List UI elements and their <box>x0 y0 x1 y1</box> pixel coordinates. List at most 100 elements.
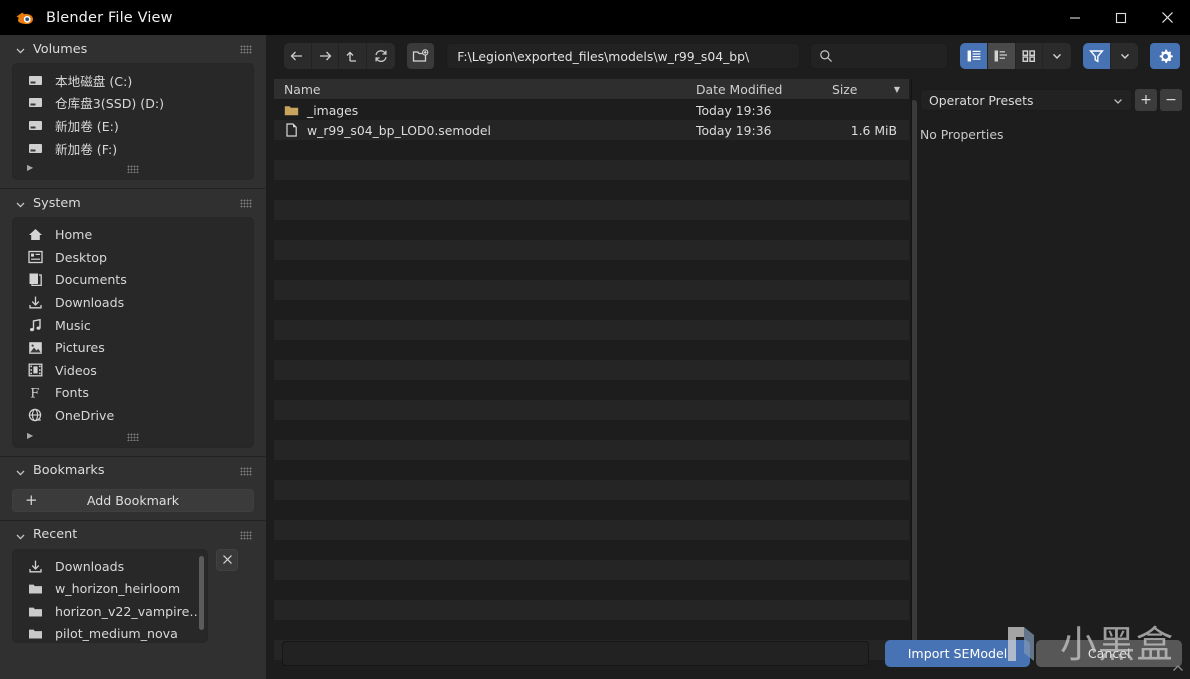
panel-header-recent[interactable]: Recent <box>0 521 266 549</box>
table-row-empty <box>274 360 909 380</box>
thumbnail-grid-view-icon[interactable] <box>1016 43 1044 69</box>
path-value: F:\Legion\exported_files\models\w_r99_s0… <box>457 48 750 64</box>
cancel-button[interactable]: Cancel <box>1036 639 1183 667</box>
recent-item[interactable]: w_horizon_heirloom <box>13 577 207 600</box>
volume-label: 新加卷 (E:) <box>55 118 119 134</box>
sidebar-panel-bookmarks: Bookmarks + Add Bookmark <box>0 456 266 521</box>
table-row[interactable]: _images Today 19:36 <box>274 100 909 120</box>
new-folder-button[interactable] <box>406 43 435 69</box>
recent-item[interactable]: pilot_medium_nova <box>13 623 207 642</box>
table-row-empty <box>274 160 909 180</box>
grip-dots-icon[interactable] <box>127 165 139 174</box>
volume-item[interactable]: 新加卷 (E:) <box>13 114 253 137</box>
grip-dots-icon[interactable] <box>240 466 252 476</box>
recent-item[interactable]: horizon_v22_vampire… <box>13 600 207 623</box>
panel-header-volumes[interactable]: Volumes <box>0 35 266 63</box>
volume-item[interactable]: 本地磁盘 (C:) <box>13 69 253 92</box>
sidebar-item-label: Pictures <box>55 340 105 356</box>
volumes-more-row[interactable]: ▶ <box>13 159 253 177</box>
sidebar-item-documents[interactable]: Documents <box>13 269 253 292</box>
column-header-name[interactable]: Name <box>274 79 686 99</box>
sidebar-item-label: Documents <box>55 272 127 288</box>
drive-icon <box>27 94 44 111</box>
panel-title-recent: Recent <box>33 527 78 543</box>
plus-icon: + <box>25 490 38 509</box>
search-input[interactable] <box>810 43 949 69</box>
operator-presets-dropdown[interactable]: Operator Presets <box>920 89 1132 111</box>
table-row-empty <box>274 560 909 580</box>
import-button-label: Import SEModel <box>907 645 1008 661</box>
column-header-size[interactable]: Size ▼ <box>822 79 909 99</box>
back-button[interactable] <box>284 43 312 69</box>
path-input[interactable]: F:\Legion\exported_files\models\w_r99_s0… <box>446 43 801 69</box>
remove-preset-button[interactable]: − <box>1160 89 1182 111</box>
resize-grip-icon[interactable] <box>1172 664 1184 675</box>
music-note-icon <box>27 317 44 334</box>
volume-item[interactable]: 新加卷 (F:) <box>13 137 253 160</box>
operator-presets-value: Operator Presets <box>929 92 1034 108</box>
funnel-filter-icon[interactable] <box>1083 43 1111 69</box>
font-f-icon: F <box>27 384 44 401</box>
sidebar-panel-volumes: Volumes 本地磁盘 (C:) 仓库盘3(SSD) (D:) 新加卷 (E:… <box>0 35 266 190</box>
filename-input[interactable] <box>282 640 869 666</box>
table-row[interactable]: w_r99_s04_bp_LOD0.semodel Today 19:36 1.… <box>274 120 909 140</box>
clear-recent-button[interactable] <box>216 548 238 571</box>
sidebar-item-pictures[interactable]: Pictures <box>13 336 253 359</box>
table-row-empty <box>274 280 909 300</box>
sidebar-item-fonts[interactable]: F Fonts <box>13 382 253 405</box>
view-mode-group <box>960 43 1072 69</box>
gear-icon[interactable] <box>1150 43 1180 69</box>
table-row-empty <box>274 220 909 240</box>
sidebar-item-home[interactable]: Home <box>13 223 253 246</box>
close-button[interactable] <box>1144 0 1190 35</box>
grip-dots-icon[interactable] <box>240 530 252 540</box>
sidebar-item-desktop[interactable]: Desktop <box>13 246 253 269</box>
import-semodel-button[interactable]: Import SEModel <box>884 639 1031 667</box>
forward-button[interactable] <box>312 43 340 69</box>
picture-icon <box>27 339 44 356</box>
operator-properties-panel: Operator Presets + − No Properties <box>920 79 1182 662</box>
sidebar-item-label: Desktop <box>55 249 107 265</box>
system-more-row[interactable]: ▶ <box>13 427 253 445</box>
parent-directory-button[interactable] <box>339 43 367 69</box>
remove-preset-label: − <box>1165 92 1177 108</box>
horizontal-list-view-icon[interactable] <box>988 43 1016 69</box>
view-mode-dropdown-chevron-down-icon[interactable] <box>1043 43 1071 69</box>
sidebar-item-music[interactable]: Music <box>13 314 253 337</box>
panel-divider[interactable] <box>911 79 912 662</box>
drive-icon <box>27 117 44 134</box>
film-icon <box>27 362 44 379</box>
volume-label: 新加卷 (F:) <box>55 141 118 157</box>
table-row-empty <box>274 420 909 440</box>
minimize-button[interactable] <box>1052 0 1098 35</box>
maximize-button[interactable] <box>1098 0 1144 35</box>
vertical-list-view-icon[interactable] <box>960 43 989 69</box>
sidebar-item-onedrive[interactable]: OneDrive <box>13 404 253 427</box>
grip-dots-icon[interactable] <box>240 199 252 209</box>
table-row-empty <box>274 520 909 540</box>
recent-scrollbar[interactable] <box>199 555 204 630</box>
refresh-button[interactable] <box>367 43 395 69</box>
table-row-empty <box>274 320 909 340</box>
add-bookmark-button[interactable]: + Add Bookmark <box>12 488 254 512</box>
file-name-label: w_r99_s04_bp_LOD0.semodel <box>307 122 491 138</box>
panel-header-bookmarks[interactable]: Bookmarks <box>0 457 266 485</box>
grip-dots-icon[interactable] <box>240 45 252 54</box>
table-row-empty <box>274 140 909 160</box>
sidebar-item-videos[interactable]: Videos <box>13 359 253 382</box>
table-row-empty <box>274 540 909 560</box>
table-row-empty <box>274 460 909 480</box>
triangle-right-icon: ▶ <box>27 163 34 173</box>
recent-item-label: horizon_v22_vampire… <box>55 603 202 619</box>
filter-dropdown-chevron-down-icon[interactable] <box>1111 43 1139 69</box>
filter-group <box>1083 43 1139 69</box>
grip-dots-icon[interactable] <box>127 432 139 441</box>
column-header-date-modified[interactable]: Date Modified <box>686 79 822 99</box>
add-preset-button[interactable]: + <box>1135 89 1157 111</box>
volume-item[interactable]: 仓库盘3(SSD) (D:) <box>13 92 253 115</box>
home-icon <box>27 226 44 243</box>
panel-header-system[interactable]: System <box>0 189 266 217</box>
blender-file-view-window: Blender File View Volumes 本地磁盘 (C:) 仓库盘3… <box>0 0 1190 679</box>
sidebar-item-downloads[interactable]: Downloads <box>13 291 253 314</box>
recent-item[interactable]: Downloads <box>13 555 207 578</box>
